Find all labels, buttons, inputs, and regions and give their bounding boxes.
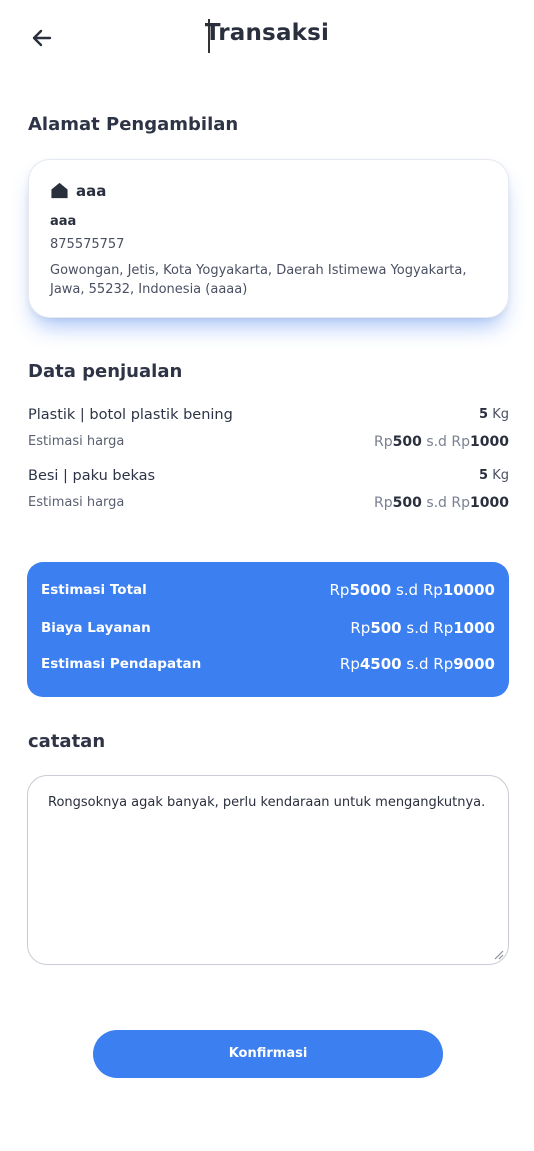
sale-item-name: Plastik | botol plastik bening xyxy=(28,407,233,423)
sale-estimate-row: Estimasi harga Rp500 s.d Rp1000 xyxy=(28,495,509,517)
summary-row: Estimasi Pendapatan Rp4500 s.d Rp9000 xyxy=(41,655,495,678)
notes-section-title: catatan xyxy=(28,731,106,752)
summary-label: Estimasi Pendapatan xyxy=(41,656,202,672)
summary-value: Rp5000 s.d Rp10000 xyxy=(329,581,495,599)
estimate-label: Estimasi harga xyxy=(28,434,125,449)
summary-box: Estimasi Total Rp5000 s.d Rp10000 Biaya … xyxy=(27,562,509,697)
sale-estimate-row: Estimasi harga Rp500 s.d Rp1000 xyxy=(28,434,509,456)
confirm-button[interactable]: Konfirmasi xyxy=(93,1030,443,1078)
sales-section-title: Data penjualan xyxy=(28,361,183,382)
estimate-label: Estimasi harga xyxy=(28,495,125,510)
summary-value: Rp500 s.d Rp1000 xyxy=(350,619,495,637)
notes-textarea[interactable]: Rongsoknya agak banyak, perlu kendaraan … xyxy=(27,775,509,965)
address-name: aaa xyxy=(50,214,77,229)
address-label: aaa xyxy=(76,181,107,200)
summary-row: Biaya Layanan Rp500 s.d Rp1000 xyxy=(41,619,495,642)
address-phone: 875575757 xyxy=(50,237,125,252)
resize-handle-icon[interactable] xyxy=(492,948,504,960)
address-full: Gowongan, Jetis, Kota Yogyakarta, Daerah… xyxy=(50,263,467,297)
page-title: Transaksi xyxy=(204,20,330,46)
summary-value: Rp4500 s.d Rp9000 xyxy=(339,655,495,673)
sale-item-row: Besi | paku bekas 5 Kg xyxy=(28,468,509,490)
sale-item-weight: 5 Kg xyxy=(479,468,509,483)
summary-row: Estimasi Total Rp5000 s.d Rp10000 xyxy=(41,581,495,604)
notes-text: Rongsoknya agak banyak, perlu kendaraan … xyxy=(48,795,486,810)
sale-item-name: Besi | paku bekas xyxy=(28,468,156,484)
sale-item-row: Plastik | botol plastik bening 5 Kg xyxy=(28,407,509,429)
home-icon xyxy=(51,182,68,199)
address-card[interactable]: aaa aaa 875575757 Gowongan, Jetis, Kota … xyxy=(28,159,509,318)
header: Transaksi xyxy=(0,0,534,80)
summary-label: Biaya Layanan xyxy=(41,620,151,636)
address-section-title: Alamat Pengambilan xyxy=(28,114,239,135)
estimate-price: Rp500 s.d Rp1000 xyxy=(374,495,509,511)
sale-item-weight: 5 Kg xyxy=(479,407,509,422)
estimate-price: Rp500 s.d Rp1000 xyxy=(374,434,509,450)
summary-label: Estimasi Total xyxy=(41,582,147,598)
address-header: aaa xyxy=(50,181,106,200)
